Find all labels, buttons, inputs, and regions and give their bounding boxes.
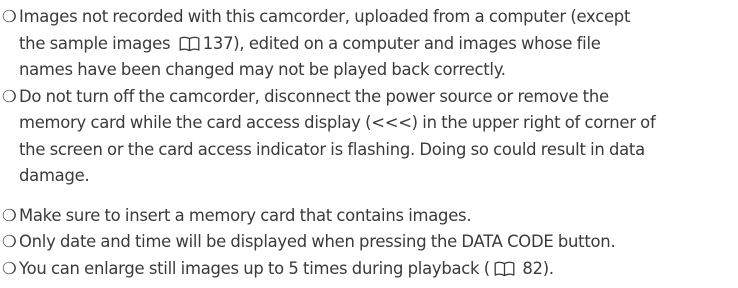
note-text-line: Images not recorded with this camcorder,… [19,4,732,31]
note-item: ❍ Only date and time will be displayed wh… [2,229,732,256]
note-text-line: damage. [19,163,732,190]
note-item: ❍ Images not recorded with this camcorder… [2,4,732,84]
bullet-icon: ❍ [2,258,17,278]
note-text: 82). [517,258,554,278]
note-text: the sample images [19,33,175,53]
note-item: ❍ Make sure to insert a memory card that … [2,203,732,230]
note-text: damage. [19,166,90,185]
note-text: the screen or the card access indicator … [19,139,645,159]
note-text: names have been changed may not be playe… [19,60,506,79]
note-text-line: You can enlarge still images up to 5 tim… [19,256,732,283]
note-text: Make sure to insert a memory card that c… [19,205,472,225]
bullet-icon: ❍ [2,232,17,251]
book-icon [494,261,515,277]
note-text-line: the screen or the card access indicator … [19,137,732,164]
note-text: Images not recorded with this camcorder,… [19,7,631,26]
note-text: Only date and time will be displayed whe… [19,232,616,251]
note-text-line: names have been changed may not be playe… [19,57,732,84]
bullet-icon: ❍ [2,7,17,26]
note-text-line: Do not turn off the camcorder, disconnec… [19,84,732,111]
note-text-line: the sample images 137), edited on a comp… [19,31,732,58]
bullet-icon: ❍ [2,205,17,225]
note-item: ❍ You can enlarge still images up to 5 ti… [2,256,732,283]
note-text: You can enlarge still images up to 5 tim… [19,258,490,278]
notes-group-2: ❍ Make sure to insert a memory card that … [2,203,732,283]
group-gap [2,190,732,203]
notes-group-1: ❍ Images not recorded with this camcorder… [2,4,732,190]
note-text: 137), edited on a computer and images wh… [202,33,601,53]
note-text: Do not turn off the camcorder, disconnec… [19,86,609,106]
book-icon [179,36,200,52]
note-text-line: memory card while the card access displa… [19,110,732,137]
note-item: ❍ Do not turn off the camcorder, disconne… [2,84,732,190]
note-text-line: Only date and time will be displayed whe… [19,229,732,256]
bullet-icon: ❍ [2,86,17,106]
manual-page: ❍ Images not recorded with this camcorder… [2,4,732,282]
note-text-line: Make sure to insert a memory card that c… [19,203,732,230]
note-text: memory card while the card access displa… [19,113,656,132]
